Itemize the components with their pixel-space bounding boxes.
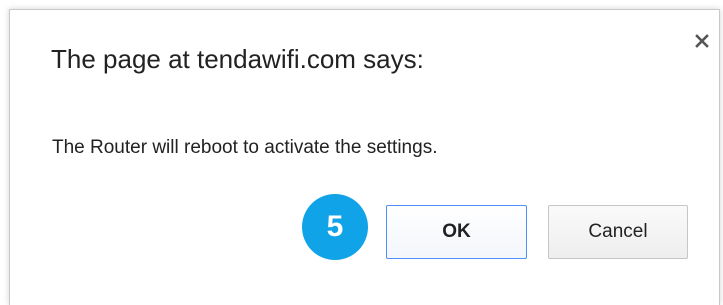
cancel-button[interactable]: Cancel (548, 205, 688, 259)
close-icon[interactable] (691, 30, 713, 52)
ok-button[interactable]: OK (386, 205, 527, 259)
dialog-message: The Router will reboot to activate the s… (52, 137, 438, 158)
dialog-title: The page at tendawifi.com says: (51, 44, 424, 74)
alert-dialog: The page at tendawifi.com says: The Rout… (9, 9, 720, 305)
step-number-badge: 5 (302, 194, 368, 260)
close-icon-glyph (695, 34, 709, 48)
